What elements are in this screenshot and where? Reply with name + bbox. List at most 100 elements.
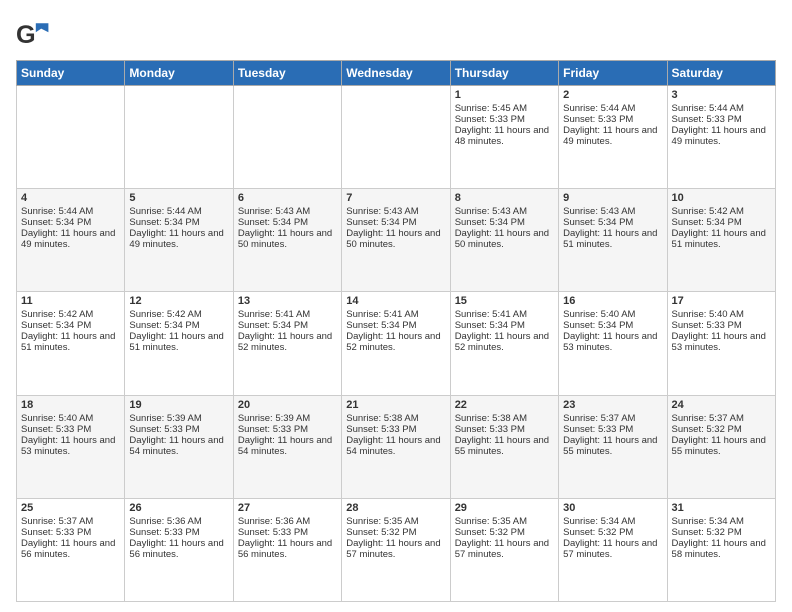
calendar-cell: 30Sunrise: 5:34 AMSunset: 5:32 PMDayligh… (559, 498, 667, 601)
sunrise: Sunrise: 5:43 AM (563, 206, 635, 217)
svg-text:G: G (16, 21, 36, 49)
sunset: Sunset: 5:33 PM (672, 320, 742, 331)
sunset: Sunset: 5:33 PM (672, 114, 742, 125)
calendar-cell: 20Sunrise: 5:39 AMSunset: 5:33 PMDayligh… (233, 395, 341, 498)
sunrise: Sunrise: 5:34 AM (672, 516, 744, 527)
daylight: Daylight: 11 hours and 50 minutes. (455, 228, 549, 250)
sunrise: Sunrise: 5:40 AM (563, 309, 635, 320)
sunrise: Sunrise: 5:38 AM (455, 413, 527, 424)
day-number: 23 (563, 399, 662, 411)
daylight: Daylight: 11 hours and 58 minutes. (672, 538, 766, 560)
col-saturday: Saturday (667, 61, 775, 86)
logo-icon: G (16, 16, 52, 52)
sunset: Sunset: 5:34 PM (129, 320, 199, 331)
day-number: 20 (238, 399, 337, 411)
sunrise: Sunrise: 5:35 AM (455, 516, 527, 527)
daylight: Daylight: 11 hours and 55 minutes. (455, 435, 549, 457)
sunset: Sunset: 5:33 PM (21, 527, 91, 538)
sunset: Sunset: 5:32 PM (672, 527, 742, 538)
daylight: Daylight: 11 hours and 48 minutes. (455, 125, 549, 147)
col-thursday: Thursday (450, 61, 558, 86)
daylight: Daylight: 11 hours and 50 minutes. (238, 228, 332, 250)
sunrise: Sunrise: 5:36 AM (129, 516, 201, 527)
calendar-cell: 10Sunrise: 5:42 AMSunset: 5:34 PMDayligh… (667, 189, 775, 292)
calendar-cell: 17Sunrise: 5:40 AMSunset: 5:33 PMDayligh… (667, 292, 775, 395)
day-number: 26 (129, 502, 228, 514)
daylight: Daylight: 11 hours and 51 minutes. (672, 228, 766, 250)
sunset: Sunset: 5:34 PM (238, 217, 308, 228)
daylight: Daylight: 11 hours and 52 minutes. (238, 331, 332, 353)
sunrise: Sunrise: 5:38 AM (346, 413, 418, 424)
daylight: Daylight: 11 hours and 57 minutes. (346, 538, 440, 560)
daylight: Daylight: 11 hours and 49 minutes. (672, 125, 766, 147)
calendar-cell (17, 86, 125, 189)
sunset: Sunset: 5:33 PM (563, 114, 633, 125)
daylight: Daylight: 11 hours and 52 minutes. (346, 331, 440, 353)
day-number: 6 (238, 192, 337, 204)
daylight: Daylight: 11 hours and 53 minutes. (672, 331, 766, 353)
page: G Sunday Monday Tuesday Wednesday Thursd… (0, 0, 792, 612)
day-number: 29 (455, 502, 554, 514)
day-number: 11 (21, 295, 120, 307)
day-number: 16 (563, 295, 662, 307)
col-sunday: Sunday (17, 61, 125, 86)
day-number: 14 (346, 295, 445, 307)
sunrise: Sunrise: 5:37 AM (672, 413, 744, 424)
calendar-cell: 1Sunrise: 5:45 AMSunset: 5:33 PMDaylight… (450, 86, 558, 189)
daylight: Daylight: 11 hours and 53 minutes. (563, 331, 657, 353)
daylight: Daylight: 11 hours and 56 minutes. (21, 538, 115, 560)
sunset: Sunset: 5:32 PM (563, 527, 633, 538)
day-number: 15 (455, 295, 554, 307)
calendar-cell: 29Sunrise: 5:35 AMSunset: 5:32 PMDayligh… (450, 498, 558, 601)
sunset: Sunset: 5:32 PM (346, 527, 416, 538)
calendar-cell: 7Sunrise: 5:43 AMSunset: 5:34 PMDaylight… (342, 189, 450, 292)
calendar-cell: 6Sunrise: 5:43 AMSunset: 5:34 PMDaylight… (233, 189, 341, 292)
day-number: 31 (672, 502, 771, 514)
calendar-cell (233, 86, 341, 189)
sunset: Sunset: 5:33 PM (455, 424, 525, 435)
day-number: 22 (455, 399, 554, 411)
calendar-week-row: 4Sunrise: 5:44 AMSunset: 5:34 PMDaylight… (17, 189, 776, 292)
calendar-cell: 11Sunrise: 5:42 AMSunset: 5:34 PMDayligh… (17, 292, 125, 395)
sunset: Sunset: 5:33 PM (455, 114, 525, 125)
calendar-cell (342, 86, 450, 189)
day-number: 27 (238, 502, 337, 514)
sunset: Sunset: 5:34 PM (563, 320, 633, 331)
day-number: 24 (672, 399, 771, 411)
sunset: Sunset: 5:33 PM (346, 424, 416, 435)
sunset: Sunset: 5:34 PM (455, 217, 525, 228)
day-number: 19 (129, 399, 228, 411)
sunrise: Sunrise: 5:39 AM (238, 413, 310, 424)
calendar-cell: 28Sunrise: 5:35 AMSunset: 5:32 PMDayligh… (342, 498, 450, 601)
day-number: 28 (346, 502, 445, 514)
calendar-cell: 22 Sunrise: 5:38 AMSunset: 5:33 PMDayligh… (450, 395, 558, 498)
calendar-cell: 18Sunrise: 5:40 AMSunset: 5:33 PMDayligh… (17, 395, 125, 498)
calendar-cell: 12Sunrise: 5:42 AMSunset: 5:34 PMDayligh… (125, 292, 233, 395)
calendar-week-row: 25Sunrise: 5:37 AMSunset: 5:33 PMDayligh… (17, 498, 776, 601)
calendar-cell: 2Sunrise: 5:44 AMSunset: 5:33 PMDaylight… (559, 86, 667, 189)
daylight: Daylight: 11 hours and 49 minutes. (21, 228, 115, 250)
calendar: Sunday Monday Tuesday Wednesday Thursday… (16, 60, 776, 602)
calendar-cell: 16 Sunrise: 5:40 AMSunset: 5:34 PMDayligh… (559, 292, 667, 395)
sunrise: Sunrise: 5:42 AM (21, 309, 93, 320)
calendar-cell: 3Sunrise: 5:44 AMSunset: 5:33 PMDaylight… (667, 86, 775, 189)
sunrise: Sunrise: 5:37 AM (21, 516, 93, 527)
col-friday: Friday (559, 61, 667, 86)
sunrise: Sunrise: 5:42 AM (129, 309, 201, 320)
daylight: Daylight: 11 hours and 57 minutes. (563, 538, 657, 560)
daylight: Daylight: 11 hours and 51 minutes. (21, 331, 115, 353)
day-number: 2 (563, 89, 662, 101)
calendar-cell (125, 86, 233, 189)
sunrise: Sunrise: 5:44 AM (563, 103, 635, 114)
header: G (16, 16, 776, 52)
calendar-cell: 23Sunrise: 5:37 AMSunset: 5:33 PMDayligh… (559, 395, 667, 498)
sunrise: Sunrise: 5:41 AM (346, 309, 418, 320)
sunrise: Sunrise: 5:44 AM (672, 103, 744, 114)
sunrise: Sunrise: 5:34 AM (563, 516, 635, 527)
daylight: Daylight: 11 hours and 49 minutes. (129, 228, 223, 250)
calendar-cell: 25Sunrise: 5:37 AMSunset: 5:33 PMDayligh… (17, 498, 125, 601)
logo: G (16, 16, 58, 52)
day-number: 4 (21, 192, 120, 204)
sunset: Sunset: 5:33 PM (238, 527, 308, 538)
day-number: 21 (346, 399, 445, 411)
